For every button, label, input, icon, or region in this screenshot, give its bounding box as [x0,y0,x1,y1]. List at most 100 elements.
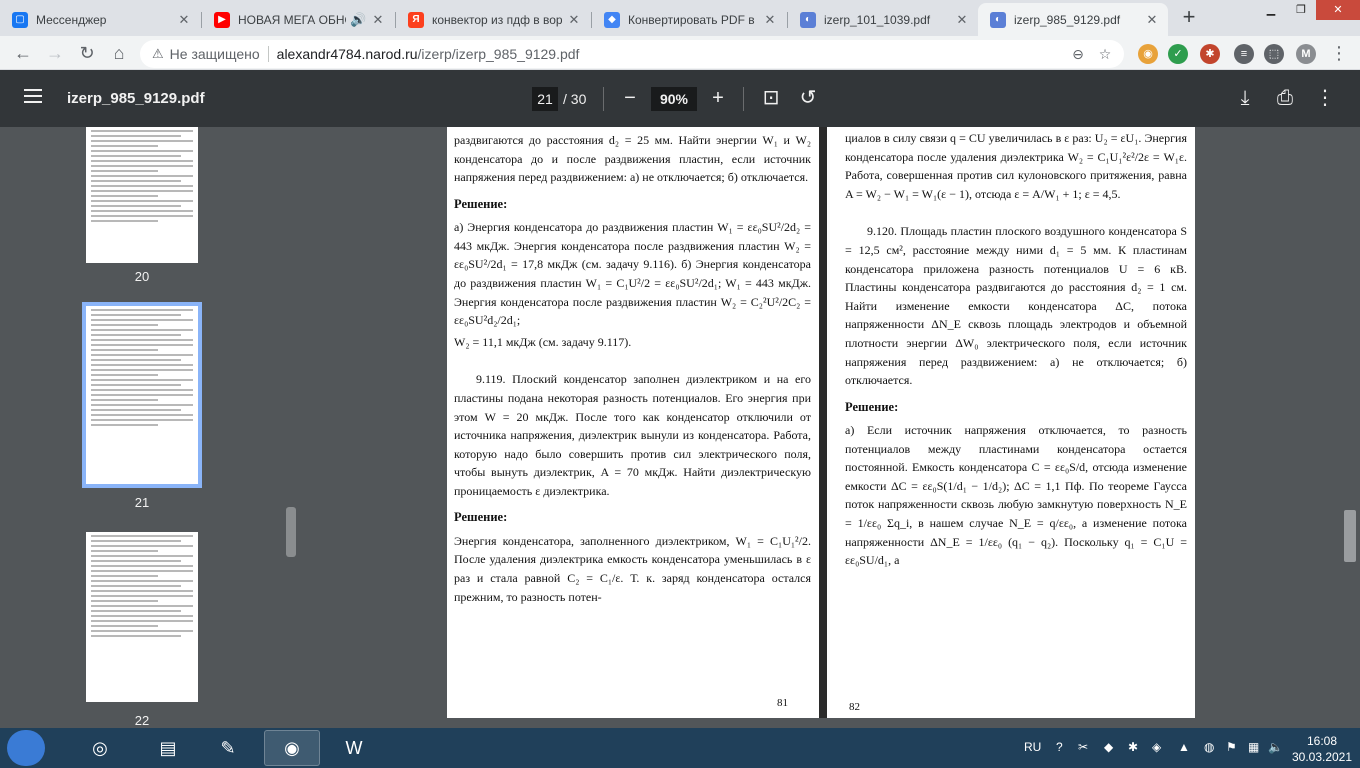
flag-icon[interactable]: ⚑ [1226,740,1237,754]
page-thumbnail-21-selected[interactable] [82,302,202,488]
page-thumbnail-22[interactable] [86,532,198,702]
help-icon[interactable]: ? [1056,740,1063,754]
security-label: Не защищено [169,46,260,62]
divider [603,87,604,111]
page-thumbnail-20[interactable] [86,127,198,263]
network-icon[interactable]: ▦ [1248,740,1259,754]
thumbnail-page [86,306,198,484]
tab-strip: ▢ Мессенджер ✕ ▶ НОВАЯ МЕГА ОБНО 🔊 ✕ Я к… [0,0,1360,36]
tab-title: izerp_985_9129.pdf [1014,12,1121,27]
address-bar[interactable]: ⚠ Не защищено alexandr4784.narod.ru/izer… [140,40,1124,68]
word-icon[interactable]: W [326,730,382,766]
tab-pdf-101[interactable]: ◐ izerp_101_1039.pdf ✕ [788,3,978,36]
nvidia-icon[interactable]: ▲ [1178,740,1190,754]
chrome-icon[interactable]: ◉ [264,730,320,766]
main-scrollbar-track[interactable] [1340,127,1360,728]
solution-heading: Решение: [454,510,508,525]
extension-bug-icon[interactable]: ✱ [1200,44,1220,64]
thumbnail-label: 20 [134,269,150,284]
solution-118-result: W₂ = 11,1 мкДж (см. задачу 9.117). [454,334,632,349]
tray-shield-icon[interactable]: ◈ [1152,740,1161,754]
tab-title: конвектор из пдф в вор [432,12,562,27]
clock-time: 16:08 [1306,734,1338,748]
start-button[interactable] [7,730,45,766]
volume-icon[interactable]: 🔈 [1268,740,1283,754]
close-icon[interactable]: ✕ [176,12,192,28]
tray-bug-icon[interactable]: ✱ [1128,740,1138,754]
tray-app-icon[interactable]: ◆ [1104,740,1113,754]
new-tab-button[interactable]: + [1176,5,1202,31]
solution-119-continued: циалов в силу связи q = CU увеличилась в… [845,131,1187,201]
home-icon[interactable]: ⌂ [106,40,132,66]
page-right-column: циалов в силу связи q = CU увеличилась в… [827,127,1195,713]
warning-icon[interactable]: ⚠ [152,46,164,62]
document-title: izerp_985_9129.pdf [67,90,205,107]
extension-owl-icon[interactable]: ◉ [1138,44,1158,64]
divider [267,46,269,62]
tab-messenger[interactable]: ▢ Мессенджер ✕ [0,3,200,36]
browser-toolbar: ← → ↻ ⌂ ⚠ Не защищено alexandr4784.narod… [0,36,1360,70]
thumbnail-label: 21 [134,495,150,510]
paint-icon[interactable]: ✎ [200,730,256,766]
messenger-icon: ▢ [12,11,28,28]
tab-yandex[interactable]: Я конвектор из пдф в вор ✕ [396,3,590,36]
solution-118-text: а) Энергия конденсатора до раздвижения п… [454,220,811,328]
window-close-icon[interactable]: ✕ [1316,0,1360,20]
problem-120-text: 9.120. Площадь пластин плоского воздушно… [845,224,1187,388]
extensions-puzzle-icon[interactable]: ⬚ [1264,44,1284,64]
page-total: / 30 [563,91,587,107]
maximize-icon[interactable]: ❐ [1286,0,1316,20]
print-icon[interactable]: ⎙ [1272,85,1298,111]
tray-tool-icon[interactable]: ✂ [1078,740,1088,754]
forward-icon[interactable]: → [42,40,68,66]
tab-pdf-985[interactable]: ◐ izerp_985_9129.pdf ✕ [978,3,1168,36]
yandex-icon: Я [408,11,424,28]
file-explorer-icon[interactable]: ▤ [140,730,196,766]
page-number-input[interactable]: 21 [532,87,558,111]
tab-convert[interactable]: ◆ Конвертировать PDF в ✕ [592,3,786,36]
clock-date: 30.03.2021 [1291,750,1353,764]
clock[interactable]: 16:08 30.03.2021 [1290,733,1354,765]
problem-118-text: раздвигаются до расстояния d₂ = 25 мм. Н… [454,133,811,185]
language-indicator[interactable]: RU [1024,740,1041,754]
back-icon[interactable]: ← [10,40,36,66]
menu-icon[interactable] [24,89,42,103]
audio-icon[interactable]: 🔊 [350,12,366,28]
zoom-out-icon[interactable]: − [617,85,643,111]
tab-title: НОВАЯ МЕГА ОБНО [238,12,346,27]
page-number: 82 [849,701,860,713]
playlist-icon[interactable]: ≡ [1234,44,1254,64]
pdf-icon: ◐ [800,11,816,28]
thumbnail-sidebar: 20 21 22 [0,127,300,728]
extension-shield-icon[interactable]: ✓ [1168,44,1188,64]
rotate-icon[interactable]: ↺ [795,85,821,111]
menu-dots-icon[interactable]: ⋮ [1326,40,1352,66]
sidebar-scrollbar[interactable] [286,507,296,557]
close-icon[interactable]: ✕ [762,12,778,28]
minimize-icon[interactable]: ▁ [1256,0,1286,20]
reload-icon[interactable]: ↻ [74,40,100,66]
close-icon[interactable]: ✕ [566,12,582,28]
steam-icon[interactable]: ◎ [72,730,128,766]
url-host: alexandr4784.narod.ru [276,46,418,62]
page-left-column: раздвигаются до расстояния d₂ = 25 мм. Н… [447,127,817,709]
tab-youtube[interactable]: ▶ НОВАЯ МЕГА ОБНО 🔊 ✕ [202,3,394,36]
main-scrollbar-thumb[interactable] [1344,510,1356,562]
close-icon[interactable]: ✕ [370,12,386,28]
zoom-icon[interactable]: ⊖ [1068,44,1088,64]
solution-heading: Решение: [454,196,508,211]
fit-page-icon[interactable]: ⊡ [758,85,784,111]
tray-network-app-icon[interactable]: ◍ [1204,740,1214,754]
zoom-input[interactable]: 90% [651,87,697,111]
close-icon[interactable]: ✕ [1144,12,1160,28]
pdf-page: раздвигаются до расстояния d₂ = 25 мм. Н… [447,127,1195,718]
solution-120-text: а) Если источник напряжения отключается,… [845,423,1187,568]
download-icon[interactable]: ⤓ [1232,85,1258,111]
zoom-in-icon[interactable]: + [705,85,731,111]
bookmark-star-icon[interactable]: ☆ [1095,44,1115,64]
close-icon[interactable]: ✕ [954,12,970,28]
pdf-icon: ◐ [990,11,1006,28]
url-path: /izerp/izerp_985_9129.pdf [417,46,580,62]
more-options-icon[interactable]: ⋮ [1312,85,1338,111]
profile-avatar[interactable]: M [1296,44,1316,64]
